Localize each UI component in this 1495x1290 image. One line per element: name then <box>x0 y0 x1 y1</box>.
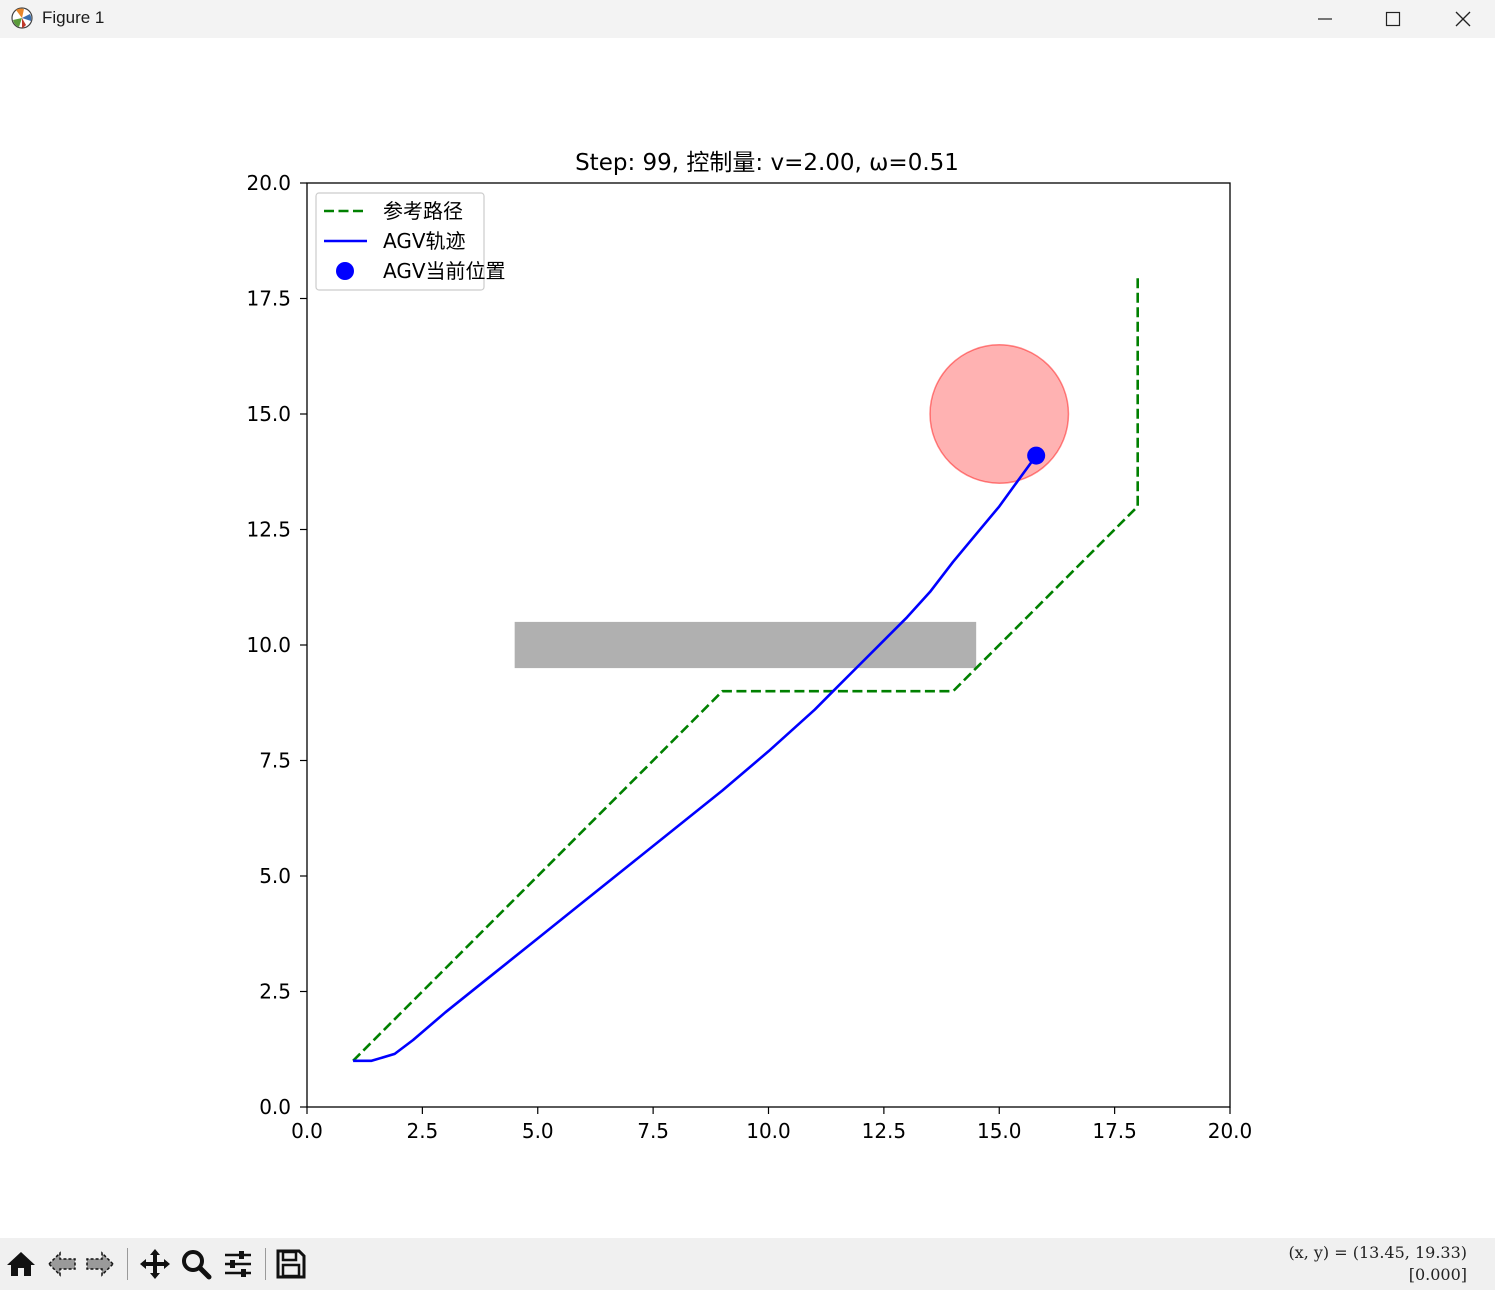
maximize-button[interactable] <box>1358 0 1428 38</box>
plot-title: Step: 99, 控制量: v=2.00, ω=0.51 <box>575 150 959 176</box>
home-button[interactable] <box>3 1246 39 1282</box>
close-icon <box>1455 11 1471 27</box>
legend-label: AGV轨迹 <box>383 229 466 253</box>
save-button[interactable] <box>273 1246 309 1282</box>
legend-label: 参考路径 <box>383 199 463 223</box>
y-tick-label: 17.5 <box>246 287 291 311</box>
pan-icon <box>140 1249 170 1279</box>
navigation-toolbar: (x, y) = (13.45, 19.33) [0.000] <box>0 1238 1495 1290</box>
forward-button[interactable] <box>82 1246 118 1282</box>
y-tick-label: 2.5 <box>259 980 291 1004</box>
x-tick-label: 7.5 <box>637 1119 669 1143</box>
window-title: Figure 1 <box>42 8 105 27</box>
save-icon <box>276 1249 306 1279</box>
plot-svg[interactable]: Step: 99, 控制量: v=2.00, ω=0.51 0.0 2.5 5.0 7… <box>0 38 1495 1238</box>
maximize-icon <box>1385 11 1401 27</box>
y-tick-label: 15.0 <box>246 402 291 426</box>
zoom-button[interactable] <box>178 1246 214 1282</box>
y-tick-label: 5.0 <box>259 864 291 888</box>
obstacle-rectangle <box>514 621 977 669</box>
minimize-button[interactable] <box>1290 0 1360 38</box>
x-tick-label: 20.0 <box>1208 1119 1253 1143</box>
x-axis: 0.0 2.5 5.0 7.5 10.0 12.5 15.0 17.5 20.0 <box>291 1107 1252 1143</box>
legend-marker <box>336 262 354 280</box>
x-tick-label: 0.0 <box>291 1119 323 1143</box>
x-tick-label: 10.0 <box>746 1119 791 1143</box>
pan-button[interactable] <box>137 1246 173 1282</box>
x-tick-label: 12.5 <box>862 1119 907 1143</box>
coords-readout: (x, y) = (13.45, 19.33) <box>1288 1243 1467 1262</box>
legend-label: AGV当前位置 <box>383 259 506 283</box>
configure-subplots-icon <box>225 1251 251 1277</box>
toolbar-separator <box>127 1248 128 1280</box>
home-icon <box>7 1252 35 1276</box>
coords-value: [0.000] <box>1408 1265 1467 1284</box>
x-tick-label: 5.0 <box>522 1119 554 1143</box>
y-tick-label: 12.5 <box>246 518 291 542</box>
y-tick-label: 10.0 <box>246 633 291 657</box>
legend: 参考路径 AGV轨迹 AGV当前位置 <box>315 192 506 291</box>
cursor-coordinates: (x, y) = (13.45, 19.33) [0.000] <box>1288 1242 1467 1286</box>
close-button[interactable] <box>1428 0 1495 38</box>
back-icon <box>47 1251 76 1277</box>
forward-icon <box>86 1251 115 1277</box>
agv-trajectory-line <box>353 454 1038 1063</box>
zoom-icon <box>182 1250 212 1280</box>
y-tick-label: 0.0 <box>259 1095 291 1119</box>
obstacles-layer <box>514 344 1070 669</box>
configure-subplots-button[interactable] <box>220 1246 256 1282</box>
x-tick-label: 17.5 <box>1092 1119 1137 1143</box>
toolbar-separator <box>265 1248 266 1280</box>
figure-canvas[interactable]: Step: 99, 控制量: v=2.00, ω=0.51 0.0 2.5 5.0 7… <box>0 38 1495 1238</box>
y-tick-label: 7.5 <box>259 749 291 773</box>
obstacle-circle <box>929 344 1070 484</box>
y-tick-label: 20.0 <box>246 171 291 195</box>
agv-position-marker <box>1027 446 1046 465</box>
minimize-icon <box>1318 18 1332 20</box>
y-axis: 0.0 2.5 5.0 7.5 10.0 12.5 15.0 17.5 20.0 <box>246 171 307 1119</box>
back-button[interactable] <box>44 1246 80 1282</box>
matplotlib-icon <box>11 7 33 29</box>
x-tick-label: 15.0 <box>977 1119 1022 1143</box>
window-titlebar: Figure 1 <box>0 0 1495 38</box>
x-tick-label: 2.5 <box>406 1119 438 1143</box>
